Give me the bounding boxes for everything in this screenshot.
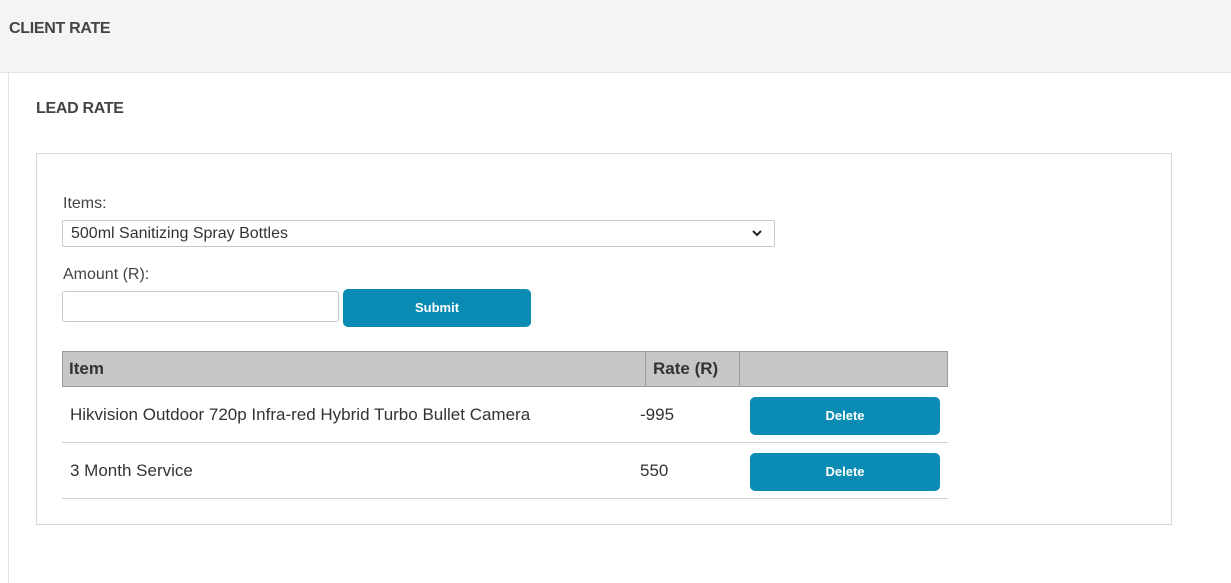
client-rate-page: CLIENT RATE LEAD RATE Items: 500ml Sanit… <box>0 0 1231 583</box>
amount-input[interactable] <box>62 291 339 322</box>
submit-button[interactable]: Submit <box>343 289 531 327</box>
column-header-rate: Rate (R) <box>653 359 719 378</box>
column-divider <box>739 352 740 386</box>
column-header-item: Item <box>69 359 104 378</box>
section-title: LEAD RATE <box>36 100 124 117</box>
row-rate-value: -995 <box>640 405 675 424</box>
page-title: CLIENT RATE <box>9 20 111 37</box>
table-row: 3 Month Service 550 Delete <box>62 443 948 499</box>
column-divider <box>645 352 646 386</box>
items-select[interactable]: 500ml Sanitizing Spray Bottles <box>62 220 775 247</box>
outer-panel-border <box>8 72 9 583</box>
delete-button[interactable]: Delete <box>750 453 940 491</box>
amount-label: Amount (R): <box>63 266 150 283</box>
table-row: Hikvision Outdoor 720p Infra-red Hybrid … <box>62 387 948 443</box>
delete-button[interactable]: Delete <box>750 397 940 435</box>
client-rate-header: CLIENT RATE <box>0 0 1231 73</box>
chevron-down-icon <box>752 230 762 237</box>
row-item-name: 3 Month Service <box>70 461 193 480</box>
rates-table-header: Item Rate (R) <box>62 351 948 387</box>
items-select-value: 500ml Sanitizing Spray Bottles <box>71 225 288 242</box>
row-rate-value: 550 <box>640 461 669 480</box>
items-label: Items: <box>63 195 107 212</box>
row-item-name: Hikvision Outdoor 720p Infra-red Hybrid … <box>70 405 531 424</box>
